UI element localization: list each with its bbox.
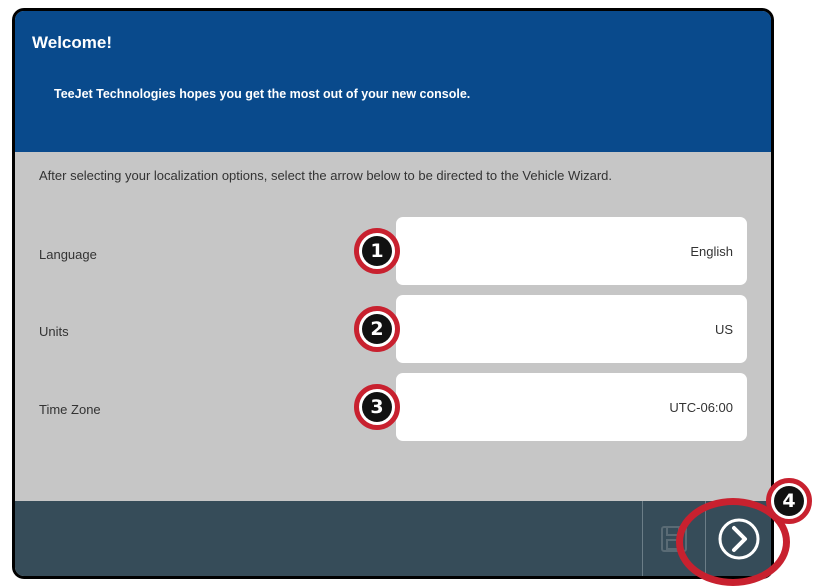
language-field[interactable]: English <box>396 217 747 285</box>
callout-number: 4 <box>774 486 804 516</box>
callout-number: 2 <box>362 314 392 344</box>
save-button <box>642 501 705 576</box>
header: Welcome! TeeJet Technologies hopes you g… <box>15 11 771 152</box>
page-title: Welcome! <box>32 33 112 52</box>
time-zone-field[interactable]: UTC-06:00 <box>396 373 747 441</box>
language-label: Language <box>39 247 97 262</box>
callout-2: 2 <box>354 306 400 352</box>
callout-number: 3 <box>362 392 392 422</box>
intro-text: After selecting your localization option… <box>39 168 613 183</box>
save-icon <box>661 525 687 552</box>
callout-1: 1 <box>354 228 400 274</box>
next-button[interactable] <box>705 501 771 576</box>
page-subtitle: TeeJet Technologies hopes you get the mo… <box>54 87 471 101</box>
callout-3: 3 <box>354 384 400 430</box>
chevron-right-icon <box>718 518 759 559</box>
footer-bar <box>15 501 771 576</box>
welcome-screen: Welcome! TeeJet Technologies hopes you g… <box>15 11 771 576</box>
units-label: Units <box>39 324 69 339</box>
callout-number: 1 <box>362 236 392 266</box>
callout-4: 4 <box>766 478 812 524</box>
time-zone-label: Time Zone <box>39 402 101 417</box>
units-field[interactable]: US <box>396 295 747 363</box>
console-frame: Welcome! TeeJet Technologies hopes you g… <box>12 8 774 579</box>
